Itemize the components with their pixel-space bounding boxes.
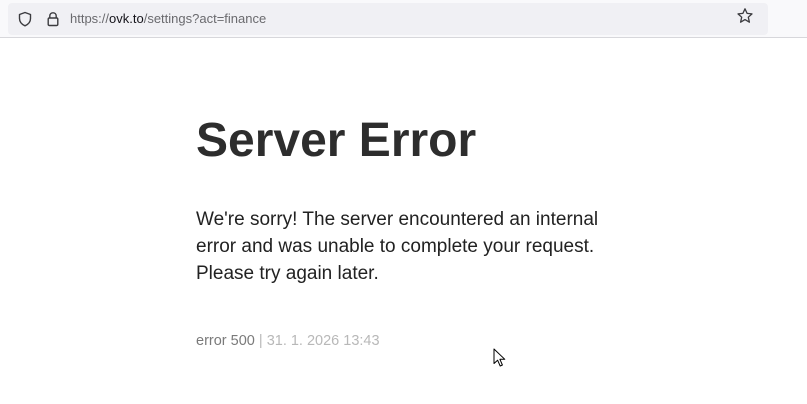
address-bar[interactable]: https://ovk.to/settings?act=finance [8, 3, 768, 35]
error-message: We're sorry! The server encountered an i… [196, 209, 599, 284]
shield-icon[interactable] [17, 11, 33, 27]
url-text[interactable]: https://ovk.to/settings?act=finance [70, 11, 266, 27]
error-footer: error 500 | 31. 1. 2026 13:43 [196, 332, 380, 350]
lock-icon[interactable] [45, 11, 61, 27]
url-scheme: https:// [70, 11, 110, 26]
separator: | [258, 333, 263, 349]
error-code: error 500 [196, 333, 255, 349]
error-content: Server Error We're sorry! The server enc… [196, 114, 636, 349]
star-icon[interactable] [736, 7, 754, 25]
url-path: /settings?act=finance [143, 11, 267, 26]
mouse-cursor-icon [493, 348, 507, 368]
browser-toolbar: https://ovk.to/settings?act=finance [0, 0, 807, 38]
url-host: ovk.to [109, 11, 144, 26]
error-timestamp: 31. 1. 2026 13:43 [266, 333, 380, 349]
page-title: Server Error [196, 114, 477, 167]
